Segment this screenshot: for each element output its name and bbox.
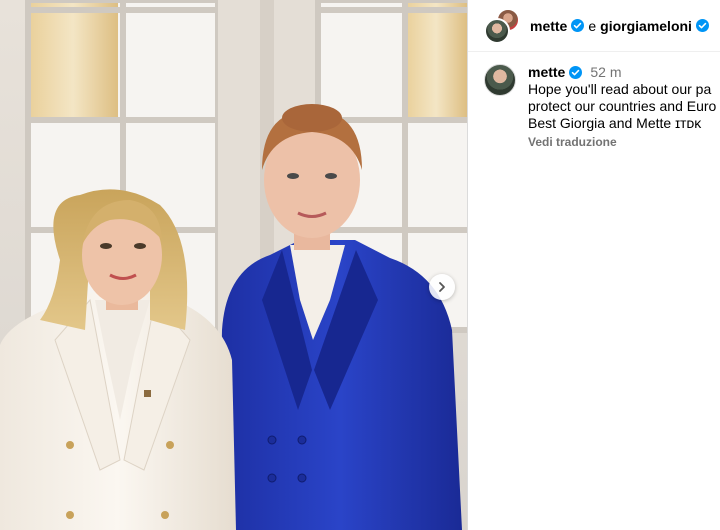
caption-text: Hope you'll read about our pa protect ou… (528, 81, 716, 132)
caption-meta: mette 52 m (528, 64, 716, 81)
next-photo-button[interactable] (429, 274, 455, 300)
caption-line: Best Giorgia and Mette ɪᴛᴅᴋ (528, 115, 702, 131)
caption-comment: mette 52 m Hope you'll read about our pa… (468, 52, 720, 151)
username-link-mette[interactable]: mette (530, 18, 567, 34)
header-usernames: mette e giorgiameloni (530, 18, 713, 34)
caption-timestamp[interactable]: 52 m (590, 64, 621, 81)
caption-line: protect our countries and Euro (528, 98, 717, 114)
caption-line: Hope you'll read about our pa (528, 81, 712, 97)
post-side-panel: mette e giorgiameloni mette 52 m Hope yo… (467, 0, 720, 530)
verified-badge-icon (571, 19, 585, 32)
post-header: mette e giorgiameloni (468, 0, 720, 52)
avatar[interactable] (484, 64, 516, 96)
username-link-giorgiameloni[interactable]: giorgiameloni (600, 18, 692, 34)
verified-badge-icon (569, 66, 583, 79)
caption-username[interactable]: mette (528, 64, 565, 81)
avatar-mette[interactable] (484, 17, 510, 44)
chevron-right-icon (439, 282, 445, 292)
see-translation-link[interactable]: Vedi traduzione (528, 134, 716, 151)
photo-illustration (0, 0, 467, 530)
post-photo[interactable] (0, 0, 467, 530)
caption-body: mette 52 m Hope you'll read about our pa… (528, 64, 716, 151)
collab-avatars[interactable] (484, 7, 520, 44)
verified-badge-icon (695, 19, 709, 32)
header-connector: e (588, 17, 597, 34)
